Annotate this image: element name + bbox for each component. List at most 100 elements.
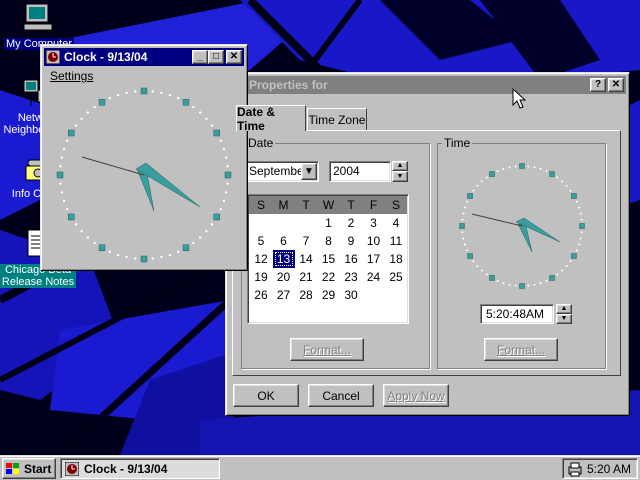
task-clock-label: Clock - 9/13/04	[84, 461, 168, 476]
minute-mark	[168, 253, 172, 257]
calendar-day[interactable]: 23	[340, 268, 362, 286]
tab-time-zone[interactable]: Time Zone	[307, 108, 367, 130]
spin-up-icon[interactable]: ▲	[392, 161, 408, 171]
hour-mark	[140, 87, 148, 95]
calendar-day[interactable]: 28	[295, 286, 317, 304]
calendar-day[interactable]: 27	[273, 286, 295, 304]
calendar-day[interactable]: 20	[273, 268, 295, 286]
apply-now-button[interactable]: Apply Now	[383, 384, 449, 407]
calendar-day[interactable]: 14	[295, 250, 317, 268]
spin-down-icon[interactable]: ▼	[392, 171, 408, 182]
minute-mark	[62, 199, 66, 203]
close-button[interactable]: ✕	[608, 78, 624, 92]
calendar-day[interactable]: 26	[250, 286, 272, 304]
close-button[interactable]: ✕	[226, 50, 242, 64]
minute-mark	[514, 284, 517, 287]
minute-mark	[539, 282, 542, 285]
calendar-day[interactable]: 6	[273, 232, 295, 250]
calendar-day[interactable]: 25	[385, 268, 407, 286]
calendar-day[interactable]: 12	[250, 250, 272, 268]
minute-mark	[226, 165, 229, 168]
calendar-day[interactable]: 9	[340, 232, 362, 250]
date-format-button[interactable]: Format...	[290, 338, 364, 361]
hour-mark	[571, 253, 577, 259]
printer-tray-icon[interactable]	[567, 461, 583, 477]
minute-mark	[199, 111, 202, 114]
spin-down-icon[interactable]: ▼	[556, 314, 572, 324]
properties-titlebar[interactable]: Properties for ? ✕	[229, 76, 626, 94]
hour-mark	[68, 129, 75, 137]
minute-mark	[539, 167, 542, 170]
minute-mark	[580, 218, 583, 221]
calendar-day	[295, 214, 317, 232]
minute-mark	[116, 93, 120, 97]
hour-mark	[579, 223, 585, 229]
year-spinner[interactable]: 2004	[329, 161, 391, 182]
hour-mark	[98, 99, 106, 106]
minute-mark	[527, 165, 530, 168]
minimize-button[interactable]: _	[192, 50, 208, 64]
calendar-day[interactable]: 29	[318, 286, 340, 304]
calendar-day[interactable]: 2	[340, 214, 362, 232]
calendar-grid[interactable]: S M T W T F S 1 2 3 4 5 6 7 8 9 10 11 12 13 14 15 16 17 18 19 20 21…	[247, 194, 409, 324]
time-field[interactable]: 5:20:48AM	[480, 304, 554, 324]
maximize-button[interactable]: □	[208, 50, 224, 64]
start-label: Start	[24, 461, 52, 476]
spin-up-icon[interactable]: ▲	[556, 304, 572, 314]
hour-mark	[571, 193, 577, 199]
hour-mark	[467, 253, 473, 259]
start-button[interactable]: Start	[2, 458, 56, 479]
tab-date-time-label: Date & Time	[237, 104, 276, 133]
minute-mark	[575, 200, 578, 203]
calendar-day[interactable]: 22	[318, 268, 340, 286]
minute-mark	[176, 97, 180, 100]
tray-clock[interactable]: 5:20 AM	[587, 462, 631, 476]
minute-mark	[579, 237, 582, 240]
cancel-button[interactable]: Cancel	[308, 384, 374, 407]
minute-mark	[226, 182, 229, 185]
calendar-day[interactable]: 16	[340, 250, 362, 268]
hour-mark	[489, 171, 495, 177]
calendar-day[interactable]: 3	[363, 214, 385, 232]
ok-button[interactable]: OK	[233, 384, 299, 407]
tab-date-time[interactable]: Date & Time	[236, 104, 306, 133]
calendar-day[interactable]: 21	[295, 268, 317, 286]
minute-mark	[108, 250, 112, 253]
mouse-cursor-icon	[512, 88, 526, 109]
minute-mark	[556, 273, 559, 276]
minute-mark	[533, 166, 536, 169]
calendar-day[interactable]: 13	[272, 250, 295, 268]
minute-mark	[108, 97, 112, 100]
time-groupbox: Time 5:20:48AM ▲ ▼ Format...	[437, 136, 606, 369]
minute-mark	[176, 250, 180, 253]
month-combobox[interactable]: September ▼	[245, 161, 319, 182]
time-group-label: Time	[442, 136, 473, 150]
chevron-down-icon[interactable]: ▼	[301, 163, 317, 180]
minute-mark	[485, 176, 488, 179]
calendar-day[interactable]: 30	[340, 286, 362, 304]
minute-mark	[533, 283, 536, 286]
calendar-day[interactable]: 10	[363, 232, 385, 250]
minute-mark	[476, 184, 479, 187]
help-button[interactable]: ?	[590, 78, 606, 92]
calendar-day[interactable]: 17	[363, 250, 385, 268]
minute-mark	[222, 147, 226, 151]
time-format-button[interactable]: Format...	[484, 338, 558, 361]
calendar-day[interactable]: 4	[385, 214, 407, 232]
calendar-day[interactable]: 11	[385, 232, 407, 250]
calendar-day[interactable]: 8	[318, 232, 340, 250]
calendar-day[interactable]: 18	[385, 250, 407, 268]
calendar-day[interactable]: 15	[318, 250, 340, 268]
minute-mark	[476, 265, 479, 268]
calendar-day[interactable]: 7	[295, 232, 317, 250]
minute-mark	[151, 90, 154, 93]
clock-titlebar[interactable]: Clock - 9/13/04 _ □ ✕	[44, 48, 244, 66]
calendar-day[interactable]: 24	[363, 268, 385, 286]
calendar-day[interactable]: 1	[318, 214, 340, 232]
date-format-label: Format...	[302, 342, 351, 357]
minute-mark	[66, 207, 69, 211]
menu-settings[interactable]: Settings	[50, 69, 93, 83]
task-button-clock[interactable]: Clock - 9/13/04	[60, 458, 220, 479]
calendar-day[interactable]: 19	[250, 268, 272, 286]
calendar-day[interactable]: 5	[250, 232, 272, 250]
